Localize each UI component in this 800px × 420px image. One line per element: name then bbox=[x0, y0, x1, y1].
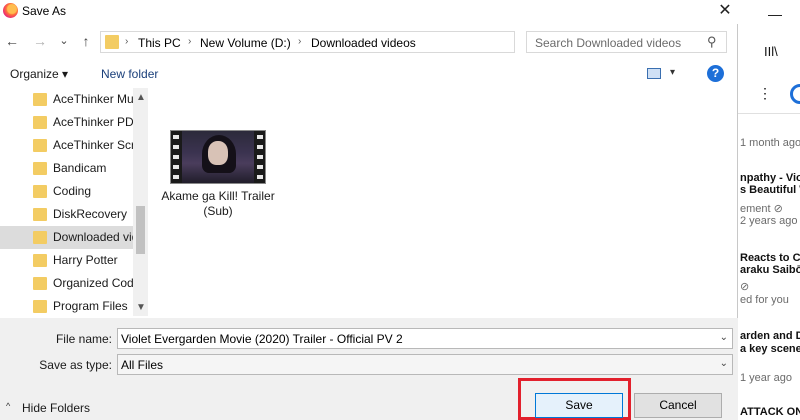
breadcrumb-this-pc[interactable]: This PC bbox=[138, 36, 181, 50]
bg-video-channel-3: ⊘ bbox=[740, 281, 750, 293]
save-as-type-select[interactable]: All Files ⌄ bbox=[117, 354, 733, 375]
save-as-type-value: All Files bbox=[121, 358, 164, 372]
forward-arrow-icon[interactable]: → bbox=[32, 32, 48, 50]
window-title: Save As bbox=[22, 4, 67, 18]
save-button[interactable]: Save bbox=[535, 393, 623, 418]
bg-video-time-1: 1 month ago bbox=[740, 137, 800, 149]
address-bar[interactable]: › This PC › New Volume (D:) › Downloaded… bbox=[100, 31, 607, 53]
help-icon[interactable]: ? bbox=[707, 65, 724, 82]
video-thumbnail bbox=[170, 130, 266, 184]
folder-icon bbox=[33, 277, 47, 290]
scrollbar-thumb[interactable] bbox=[136, 206, 145, 254]
library-icon: IIl\ bbox=[764, 44, 778, 59]
folder-icon bbox=[33, 254, 47, 267]
sidebar-item-acethinker-pdf[interactable]: AceThinker PDF Converter bbox=[0, 111, 133, 134]
chevron-down-icon[interactable]: ⌄ bbox=[720, 358, 728, 369]
sidebar-item-downloaded-videos[interactable]: Downloaded videos bbox=[0, 226, 133, 249]
sidebar-item-label: AceThinker PDF Converter bbox=[53, 115, 133, 129]
sidebar-item-program-files[interactable]: Program Files bbox=[0, 295, 133, 316]
folder-icon bbox=[33, 300, 47, 313]
sidebar-item-label: Harry Potter bbox=[53, 253, 118, 267]
save-as-type-label: Save as type: bbox=[39, 358, 112, 372]
chevron-down-icon[interactable]: ⌄ bbox=[720, 332, 728, 343]
sidebar-item-label: AceThinker Music Keeper bbox=[53, 92, 133, 106]
bg-video-time-4: 1 year ago bbox=[740, 372, 792, 384]
sidebar-item-label: AceThinker Screen Grabber bbox=[53, 138, 133, 152]
title-bar: Save As ✕ bbox=[0, 0, 738, 24]
breadcrumb-separator: › bbox=[125, 36, 129, 47]
scroll-down-icon[interactable]: ▼ bbox=[136, 302, 146, 313]
hide-folders-button[interactable]: Hide Folders bbox=[22, 401, 90, 415]
thumbnail-image bbox=[182, 131, 254, 183]
sidebar-item-organized-code[interactable]: Organized Code bbox=[0, 272, 133, 295]
sidebar-item-bandicam[interactable]: Bandicam bbox=[0, 157, 133, 180]
recent-locations-dropdown[interactable]: ⌄ bbox=[56, 32, 72, 50]
sidebar-item-label: Coding bbox=[53, 184, 92, 198]
organize-menu[interactable]: Organize ▾ bbox=[10, 67, 68, 81]
sidebar-item-acethinker-screen[interactable]: AceThinker Screen Grabber bbox=[0, 134, 133, 157]
folder-icon bbox=[33, 231, 47, 244]
sidebar-item-harry-potter[interactable]: Harry Potter bbox=[0, 249, 133, 272]
breadcrumb-new-volume[interactable]: New Volume (D:) bbox=[200, 36, 291, 50]
firefox-icon bbox=[3, 3, 18, 18]
background-browser-window: — IIl\ ⋮ 1 month ago npathy - Viol s Bea… bbox=[738, 0, 800, 420]
file-name-value: Violet Evergarden Movie (2020) Trailer -… bbox=[121, 332, 403, 346]
sidebar-item-label: Program Files bbox=[53, 299, 128, 313]
divider bbox=[738, 113, 800, 114]
sidebar-item-coding[interactable]: Coding bbox=[0, 180, 133, 203]
up-arrow-icon[interactable]: ↑ bbox=[78, 32, 94, 50]
file-name-label: Akame ga Kill! Trailer (Sub) bbox=[161, 189, 275, 218]
scroll-up-icon[interactable]: ▲ bbox=[136, 92, 146, 103]
bg-video-title-4b: a key scene bbox=[740, 343, 800, 355]
bg-video-title-5: ATTACK ON bbox=[740, 406, 800, 418]
view-options-icon[interactable] bbox=[647, 68, 661, 79]
save-as-dialog: Save As ✕ ← → ⌄ ↑ › This PC › New Volume… bbox=[0, 0, 738, 420]
new-folder-button[interactable]: New folder bbox=[101, 67, 158, 81]
sidebar-scrollbar[interactable]: ▲ ▼ bbox=[133, 88, 148, 316]
bg-video-title-3b: araku Saibō) bbox=[740, 264, 800, 276]
search-box[interactable]: Search Downloaded videos ⚲ bbox=[526, 31, 727, 53]
sidebar-item-label: Bandicam bbox=[53, 161, 107, 175]
breadcrumb-separator: › bbox=[188, 36, 192, 47]
file-name-label: File name: bbox=[55, 332, 112, 346]
folder-icon bbox=[33, 139, 47, 152]
sidebar-item-label: Organized Code bbox=[53, 276, 133, 290]
file-item[interactable]: Akame ga Kill! Trailer (Sub) bbox=[150, 88, 290, 228]
back-arrow-icon[interactable]: ← bbox=[4, 32, 20, 50]
file-name-field[interactable]: Violet Evergarden Movie (2020) Trailer -… bbox=[117, 328, 733, 349]
bg-video-title-3a: Reacts to Cl bbox=[740, 252, 800, 264]
search-placeholder: Search Downloaded videos bbox=[535, 36, 682, 50]
sidebar-item-label: Downloaded videos bbox=[53, 230, 133, 244]
command-bar: Organize ▾ New folder ▾ ? bbox=[0, 62, 738, 86]
folder-icon bbox=[33, 93, 47, 106]
bg-video-time-2: 2 years ago bbox=[740, 215, 798, 227]
sidebar-item-acethinker-music[interactable]: AceThinker Music Keeper bbox=[0, 88, 133, 111]
caret-up-icon[interactable]: ^ bbox=[6, 401, 10, 411]
folder-icon bbox=[105, 35, 119, 49]
sidebar-item-diskrecovery[interactable]: DiskRecovery bbox=[0, 203, 133, 226]
minimize-icon: — bbox=[768, 6, 782, 22]
bg-video-meta-3: ed for you bbox=[740, 294, 789, 306]
more-icon: ⋮ bbox=[758, 85, 772, 101]
navigation-pane: AceThinker Music Keeper AceThinker PDF C… bbox=[0, 88, 148, 316]
folder-icon bbox=[33, 208, 47, 221]
folder-icon bbox=[33, 116, 47, 129]
view-dropdown-icon[interactable]: ▾ bbox=[670, 67, 675, 78]
breadcrumb-separator: › bbox=[298, 36, 302, 47]
navigation-bar: ← → ⌄ ↑ › This PC › New Volume (D:) › Do… bbox=[0, 28, 738, 56]
bg-video-title-2a: npathy - Viol bbox=[740, 172, 800, 184]
close-button[interactable]: ✕ bbox=[712, 0, 738, 22]
account-icon bbox=[790, 84, 800, 104]
file-list: Akame ga Kill! Trailer (Sub) bbox=[150, 88, 738, 316]
bg-video-title-2b: s Beautiful W bbox=[740, 184, 800, 196]
search-icon: ⚲ bbox=[707, 34, 717, 49]
bg-video-channel-2: ement ⊘ bbox=[740, 203, 783, 215]
folder-icon bbox=[33, 185, 47, 198]
breadcrumb-downloaded-videos[interactable]: Downloaded videos bbox=[311, 36, 416, 50]
cancel-button[interactable]: Cancel bbox=[634, 393, 722, 418]
folder-icon bbox=[33, 162, 47, 175]
bg-video-title-4a: arden and D bbox=[740, 330, 800, 342]
sidebar-item-label: DiskRecovery bbox=[53, 207, 128, 221]
